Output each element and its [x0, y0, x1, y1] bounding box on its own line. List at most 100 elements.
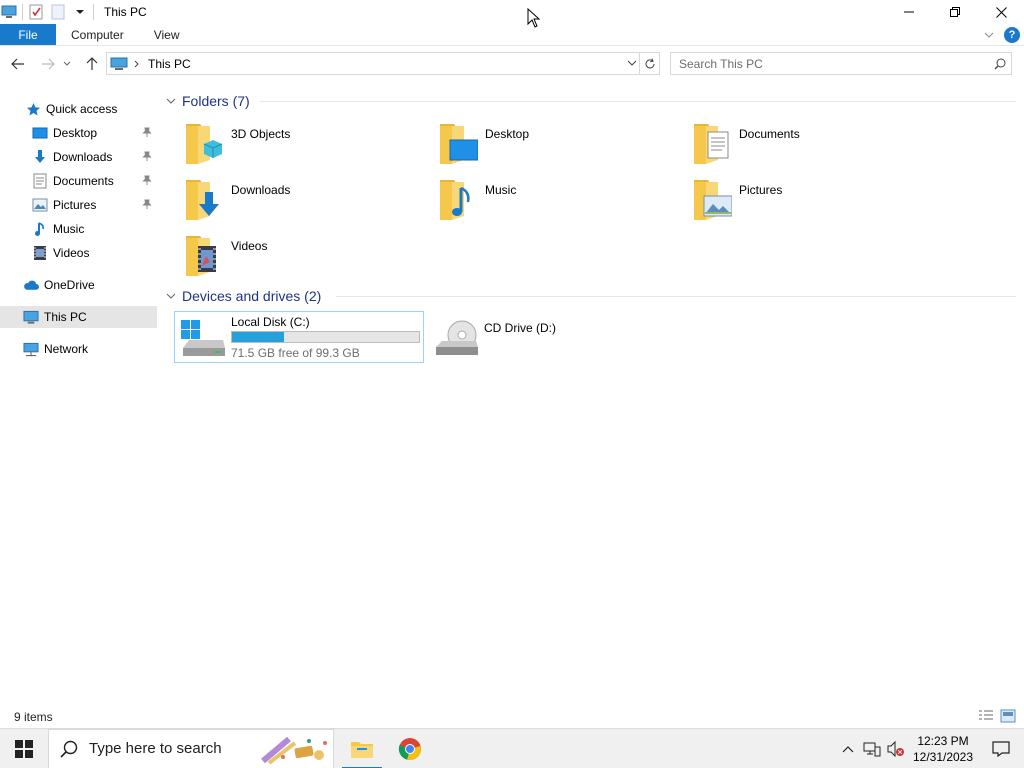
drive-name: Local Disk (C:) — [231, 315, 310, 329]
view-toggle-group — [978, 709, 1016, 726]
tab-computer[interactable]: Computer — [56, 24, 139, 45]
status-bar: 9 items — [0, 706, 1024, 728]
clock-date: 12/31/2023 — [912, 750, 974, 764]
folder-videos[interactable]: Videos — [174, 232, 424, 284]
tile-label: 3D Objects — [231, 127, 291, 141]
hard-drive-icon — [179, 318, 227, 360]
notification-center-button[interactable] — [978, 729, 1024, 768]
folder-music[interactable]: Music — [428, 176, 678, 228]
devices-group-header[interactable]: Devices and drives (2) — [166, 286, 321, 306]
sidebar-item-label: Videos — [53, 246, 90, 260]
drive-usage-bar — [231, 331, 420, 343]
3d-objects-folder-icon — [174, 120, 224, 168]
folder-pictures[interactable]: Pictures — [682, 176, 932, 228]
refresh-button[interactable] — [640, 52, 660, 75]
customize-toolbar-chevron-icon[interactable] — [71, 3, 89, 21]
tile-label: Desktop — [485, 127, 530, 141]
restore-button[interactable] — [932, 0, 978, 24]
taskbar-search[interactable]: Type here to search — [48, 728, 334, 768]
up-arrow-icon — [86, 57, 98, 70]
title-bar: This PC — [0, 0, 1024, 24]
toolbar-separator — [22, 4, 23, 20]
cursor-arrow-icon — [527, 7, 541, 28]
restore-icon — [950, 7, 960, 17]
folder-downloads[interactable]: Downloads — [174, 176, 424, 228]
clock-time: 12:23 PM — [917, 734, 969, 748]
pin-icon[interactable] — [142, 175, 152, 189]
recent-locations-button[interactable] — [60, 52, 74, 76]
pin-icon[interactable] — [142, 151, 152, 165]
folder-3d-objects[interactable]: 3D Objects — [174, 120, 424, 172]
download-icon — [32, 149, 48, 165]
search-input[interactable] — [671, 53, 989, 74]
breadcrumb[interactable]: This PC — [148, 57, 191, 71]
cd-drive-icon — [432, 317, 480, 359]
taskbar: Type here to search 12:23 PM 12/31/2023 — [0, 728, 1024, 768]
start-button[interactable] — [0, 729, 48, 768]
group-title: Devices and drives (2) — [182, 288, 322, 304]
toolbar-separator — [93, 4, 94, 20]
folder-documents[interactable]: Documents — [682, 120, 932, 172]
back-button[interactable] — [6, 52, 30, 76]
help-icon[interactable]: ? — [1004, 27, 1020, 43]
expand-ribbon-icon[interactable] — [984, 28, 994, 42]
pin-icon[interactable] — [142, 127, 152, 141]
navigation-bar: This PC — [0, 50, 1024, 78]
sidebar-item-downloads[interactable]: Downloads — [0, 146, 157, 168]
sidebar-item-videos[interactable]: Videos — [0, 242, 157, 264]
address-dropdown-icon[interactable] — [627, 56, 637, 73]
sidebar-item-label: Music — [53, 222, 85, 236]
search-highlight-image[interactable] — [259, 733, 331, 767]
close-button[interactable] — [978, 0, 1024, 24]
sidebar-item-quick-access[interactable]: Quick access — [0, 98, 157, 120]
drive-cd-d[interactable]: CD Drive (D:) — [428, 311, 678, 363]
sidebar-item-network[interactable]: Network — [0, 338, 157, 360]
sidebar-item-music[interactable]: Music — [0, 218, 157, 240]
sidebar-item-label: Downloads — [53, 150, 113, 164]
network-icon[interactable] — [860, 729, 884, 768]
tile-label: Videos — [231, 239, 268, 253]
minimize-button[interactable] — [886, 0, 932, 24]
volume-muted-icon[interactable] — [884, 729, 908, 768]
large-icons-view-icon[interactable] — [1000, 709, 1016, 726]
forward-button[interactable] — [36, 52, 60, 76]
up-button[interactable] — [80, 52, 104, 76]
music-icon — [32, 221, 48, 237]
ribbon-tabs: File Computer View ? — [0, 24, 1024, 46]
drive-local-disk-c[interactable]: Local Disk (C:) 71.5 GB free of 99.3 GB — [174, 311, 424, 363]
chevron-down-icon — [166, 293, 176, 300]
folders-group-header[interactable]: Folders (7) — [166, 91, 250, 111]
new-folder-icon[interactable] — [49, 3, 67, 21]
sidebar-item-onedrive[interactable]: OneDrive — [0, 274, 157, 296]
details-view-icon[interactable] — [978, 709, 994, 726]
tab-view[interactable]: View — [139, 24, 195, 45]
tab-file[interactable]: File — [0, 24, 56, 45]
window-title: This PC — [104, 5, 147, 19]
group-divider — [260, 101, 1016, 102]
show-hidden-icons-chevron-icon[interactable] — [836, 729, 860, 768]
chevron-down-icon — [166, 98, 176, 105]
taskbar-file-explorer[interactable] — [338, 729, 386, 768]
desktop-folder-icon — [428, 120, 479, 168]
chrome-icon — [398, 737, 421, 760]
address-bar[interactable]: This PC — [106, 52, 640, 75]
sidebar-item-desktop[interactable]: Desktop — [0, 122, 157, 144]
breadcrumb-chevron-icon[interactable] — [134, 60, 140, 68]
pictures-folder-icon — [682, 176, 733, 224]
clock[interactable]: 12:23 PM 12/31/2023 — [908, 733, 978, 765]
pin-icon[interactable] — [142, 199, 152, 213]
search-box[interactable] — [670, 52, 1012, 75]
properties-icon[interactable] — [27, 3, 45, 21]
taskbar-search-text: Type here to search — [89, 740, 222, 757]
mouse-cursor — [527, 7, 541, 31]
cloud-icon — [23, 277, 39, 293]
sidebar-item-documents[interactable]: Documents — [0, 170, 157, 192]
folder-desktop[interactable]: Desktop — [428, 120, 678, 172]
drive-name: CD Drive (D:) — [484, 321, 556, 335]
notification-icon — [992, 741, 1010, 757]
sidebar-item-pictures[interactable]: Pictures — [0, 194, 157, 216]
sidebar-item-this-pc[interactable]: This PC — [0, 306, 157, 328]
pictures-icon — [32, 197, 48, 213]
chevron-down-icon — [63, 61, 71, 66]
taskbar-chrome[interactable] — [386, 729, 434, 768]
